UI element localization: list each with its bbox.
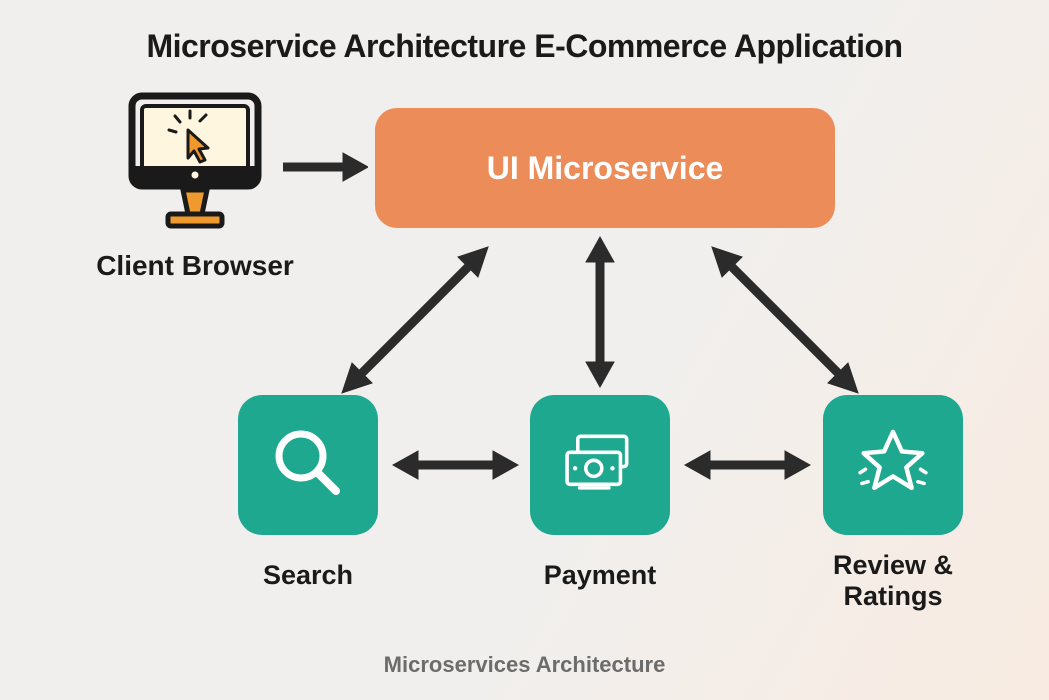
arrow-ui-search — [330, 235, 500, 405]
arrow-ui-review — [700, 235, 870, 405]
search-icon — [268, 423, 348, 508]
arrow-payment-review — [680, 445, 815, 485]
payment-icon — [560, 423, 640, 508]
star-icon — [853, 423, 933, 508]
review-service-label: Review & Ratings — [793, 550, 993, 612]
arrow-ui-payment — [580, 232, 620, 392]
ui-microservice-label: UI Microservice — [487, 150, 724, 187]
diagram-title: Microservice Architecture E-Commerce App… — [0, 28, 1049, 65]
client-browser-icon — [120, 90, 270, 240]
arrow-search-payment — [388, 445, 523, 485]
arrow-client-to-ui — [278, 147, 368, 187]
payment-service-label: Payment — [500, 560, 700, 591]
ui-microservice-box: UI Microservice — [375, 108, 835, 228]
payment-service-box — [530, 395, 670, 535]
search-service-label: Search — [208, 560, 408, 591]
search-service-box — [238, 395, 378, 535]
client-browser-label: Client Browser — [55, 250, 335, 282]
diagram-caption: Microservices Architecture — [0, 652, 1049, 678]
review-service-box — [823, 395, 963, 535]
